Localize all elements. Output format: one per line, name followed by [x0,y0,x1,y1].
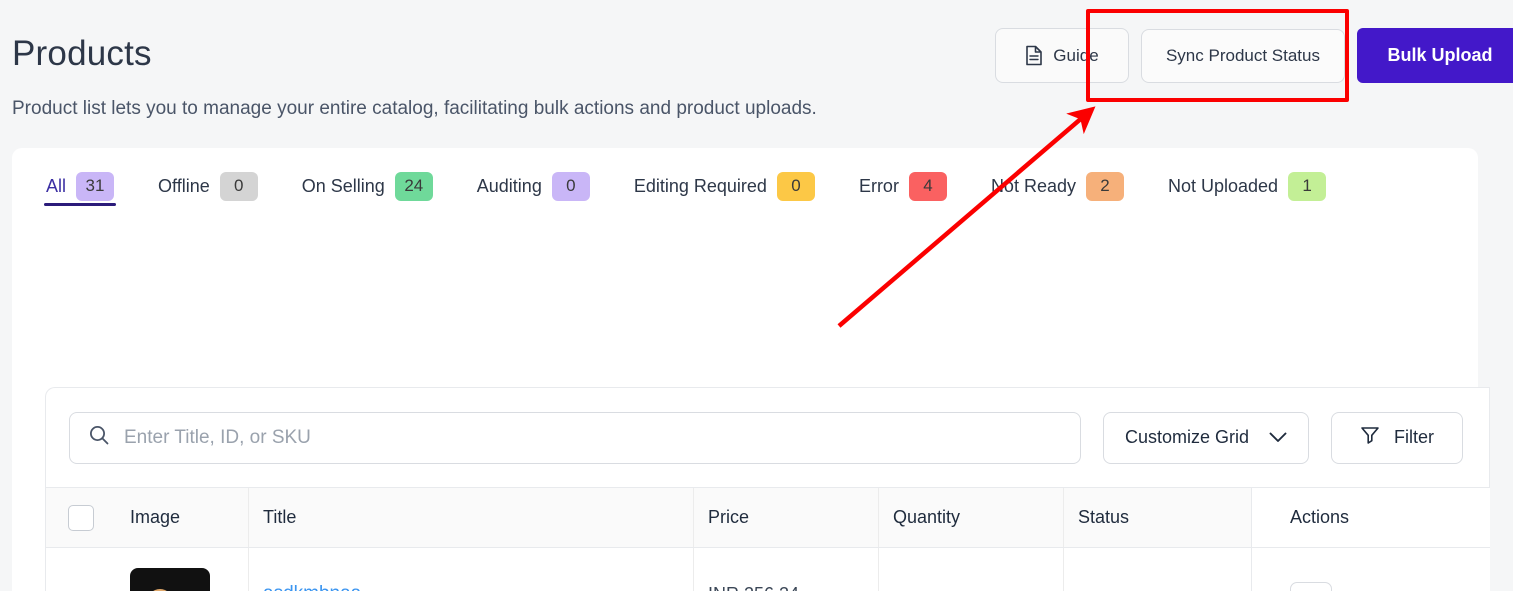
filter-label: Filter [1394,427,1435,447]
column-header-image: Image [130,507,181,527]
search-input[interactable] [124,426,1080,449]
filter-button[interactable]: Filter [1331,411,1464,464]
tab-auditing-label: Auditing [476,175,542,196]
products-table: Image Title Price Quantity Status Action… [45,487,1490,591]
tab-editing-required-count: 0 [776,171,815,201]
tab-editing-required[interactable]: Editing Required 0 [612,148,837,224]
page-title: Products [12,34,152,73]
page-header: Products Product list lets you to manage… [0,0,1513,138]
tab-not-ready-count: 2 [1085,171,1124,201]
table-header-row: Image Title Price Quantity Status Action… [46,488,1490,548]
guide-button[interactable]: Guide [994,28,1129,83]
guide-button-label: Guide [1053,45,1099,65]
column-header-price: Price [693,488,878,547]
products-card: All 31 Offline 0 On Selling 24 Auditing … [12,148,1490,591]
tab-all-label: All [46,175,67,196]
toolbar-panel: Customize Grid Filter [45,387,1490,487]
tab-not-uploaded-label: Not Uploaded [1167,175,1279,196]
row-title-cell: asdkmbnaa SKU: india_2 [248,548,693,591]
row-actions-cell [1251,548,1490,591]
tab-on-selling[interactable]: On Selling 24 [280,148,455,224]
filter-icon [1360,425,1380,450]
status-tabs: All 31 Offline 0 On Selling 24 Auditing … [12,148,1478,224]
tab-offline-label: Offline [158,175,210,196]
row-quantity-cell: 5 [878,548,1063,591]
tab-error[interactable]: Error 4 [837,148,969,224]
sync-product-status-label: Sync Product Status [1165,45,1320,65]
toolbar: Customize Grid Filter [46,388,1491,487]
customize-grid-label: Customize Grid [1125,427,1250,447]
row-actions-menu-button[interactable] [1290,581,1332,591]
select-all-checkbox-cell [46,488,116,547]
sync-product-status-button[interactable]: Sync Product Status [1140,28,1345,83]
column-header-quantity: Quantity [878,488,1063,547]
tab-not-uploaded[interactable]: Not Uploaded 1 [1146,148,1348,224]
select-all-checkbox[interactable] [68,504,94,531]
column-header-actions: Actions [1251,488,1490,547]
tab-auditing[interactable]: Auditing 0 [455,148,612,224]
header-actions: Guide Sync Product Status Bulk Upload [994,28,1513,83]
products-page: Products Product list lets you to manage… [0,0,1513,591]
bulk-upload-button[interactable]: Bulk Upload [1357,28,1513,83]
bulk-upload-label: Bulk Upload [1387,45,1493,65]
row-checkbox-cell [46,548,116,591]
tab-error-count: 4 [908,171,947,201]
search-icon [88,424,110,451]
price-original: INR 256.24 [708,584,799,591]
tab-not-ready[interactable]: Not Ready 2 [969,148,1146,224]
tab-editing-required-label: Editing Required [633,175,767,196]
table-row: asdkmbnaa SKU: india_2 INR 256.24 INR 12… [46,548,1490,591]
column-header-title: Title [248,488,693,547]
tab-not-ready-label: Not Ready [990,175,1076,196]
tab-on-selling-label: On Selling [301,175,385,196]
tab-all-count: 31 [76,171,115,201]
customize-grid-button[interactable]: Customize Grid [1103,411,1310,464]
chevron-down-icon [1269,427,1287,448]
row-price-cell: INR 256.24 INR 12 [693,548,878,591]
tab-all[interactable]: All 31 [24,148,136,224]
search-box[interactable] [69,411,1081,464]
tab-auditing-count: 0 [551,171,590,201]
tab-error-label: Error [858,175,899,196]
product-thumbnail [130,567,210,591]
tab-offline[interactable]: Offline 0 [136,148,280,224]
row-status-cell: Not Ready i [1063,548,1251,591]
tab-offline-count: 0 [219,171,258,201]
document-icon [1025,45,1043,66]
product-title-link[interactable]: asdkmbnaa [263,583,374,591]
tab-not-uploaded-count: 1 [1288,171,1327,201]
tab-on-selling-count: 24 [394,171,433,201]
column-header-status: Status [1063,488,1251,547]
page-subtitle: Product list lets you to manage your ent… [12,98,817,119]
row-image-cell [116,548,248,591]
